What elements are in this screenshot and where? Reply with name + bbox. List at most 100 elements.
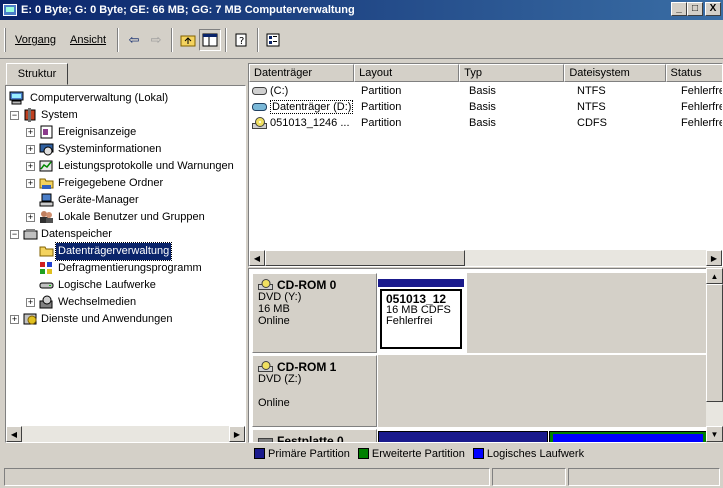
tree-item-leistungsprotokolle[interactable]: + Leistungsprotokolle und Warnungen [6, 158, 245, 175]
column-header-layout[interactable]: Layout [354, 64, 460, 82]
maximize-button[interactable]: □ [687, 2, 703, 16]
legend-swatch-primary [254, 448, 265, 459]
volume-name: (C:) [270, 85, 289, 97]
volume-list: Datenträger Layout Typ Dateisystem Statu… [248, 63, 723, 267]
column-header-status[interactable]: Status [665, 64, 722, 82]
collapse-toggle[interactable]: − [10, 111, 19, 120]
help-icon[interactable]: ? [231, 29, 253, 51]
disk-type: DVD (Y:) [258, 291, 302, 303]
scroll-thumb[interactable] [265, 250, 465, 266]
drive-icon [252, 103, 267, 111]
tree-item-computerverwaltung[interactable]: Computerverwaltung (Lokal) [6, 90, 245, 107]
computer-management-icon [3, 4, 17, 16]
volume-list-header: Datenträger Layout Typ Dateisystem Statu… [249, 64, 722, 82]
drive-icon [252, 87, 267, 95]
title-bar: E: 0 Byte; G: 0 Byte; GE: 66 MB; GG: 7 M… [0, 0, 723, 20]
tree-item-systeminformationen[interactable]: + Systeminformationen [6, 141, 245, 158]
tree-item-label: Computerverwaltung (Lokal) [30, 92, 169, 104]
disk-label-cdrom1[interactable]: CD-ROM 1 DVD (Z:) Online [252, 355, 377, 427]
tree-item-logische-laufwerke[interactable]: Logische Laufwerke [6, 277, 245, 294]
export-icon[interactable] [263, 29, 285, 51]
expand-toggle[interactable]: + [10, 315, 19, 324]
toolbar: Vorgang Ansicht ⇦ ⇨ ? [0, 21, 723, 59]
tree-item-geraete-manager[interactable]: Geräte-Manager [6, 192, 245, 209]
expand-toggle[interactable]: + [26, 213, 35, 222]
extended-partition-bar[interactable] [549, 431, 707, 442]
disk-label-cdrom0[interactable]: CD-ROM 0 DVD (Y:) 16 MB Online [252, 273, 377, 353]
legend-label-extended: Erweiterte Partition [371, 447, 465, 460]
up-folder-icon[interactable] [177, 29, 199, 51]
menu-vorgang[interactable]: Vorgang [8, 29, 63, 51]
performance-logs-icon [39, 159, 54, 173]
tree-item-wechselmedien[interactable]: + Wechselmedien [6, 294, 245, 311]
scroll-track[interactable] [22, 426, 229, 442]
tree-item-label: Logische Laufwerke [58, 279, 156, 291]
scroll-track[interactable] [465, 250, 706, 266]
tree-item-datenspeicher[interactable]: − Datenspeicher [6, 226, 245, 243]
tree-horizontal-scrollbar[interactable]: ◀ ▶ [6, 426, 245, 442]
tree-item-dienste[interactable]: + Dienste und Anwendungen [6, 311, 245, 328]
volume-block-cdrom0[interactable]: 051013_12 16 MB CDFS Fehlerfrei [378, 279, 464, 351]
forward-arrow-icon[interactable]: ⇨ [145, 29, 167, 51]
tree-item-ereignisanzeige[interactable]: + Ereignisanzeige [6, 124, 245, 141]
legend-swatch-logical [472, 448, 484, 459]
table-row[interactable]: (C:) Partition Basis NTFS Fehlerfrei [249, 84, 722, 99]
menu-ansicht[interactable]: Ansicht [63, 29, 113, 51]
show-hide-tree-icon[interactable] [199, 29, 222, 51]
minimize-button[interactable]: _ [671, 2, 687, 16]
tree-item-datentraegerverwaltung[interactable]: Datenträgerverwaltung [6, 242, 245, 261]
tree-item-defragmentierung[interactable]: Defragmentierungsprogramm [6, 260, 245, 277]
disk-label-festplatte0[interactable]: Festplatte 0 [252, 429, 377, 442]
tab-struktur[interactable]: Struktur [6, 63, 68, 85]
status-panel-2 [492, 468, 566, 486]
close-button[interactable]: X [705, 2, 721, 16]
expand-toggle[interactable]: + [26, 128, 35, 137]
disk-view-vertical-scrollbar[interactable]: ▲ ▼ [706, 268, 723, 443]
column-header-typ[interactable]: Typ [459, 64, 565, 82]
menu-ansicht-label: Ansicht [69, 34, 107, 46]
table-row[interactable]: 051013_1246 ... Partition Basis CDFS Feh… [249, 116, 722, 131]
table-row[interactable]: Datenträger (D:) Partition Basis NTFS Fe… [249, 100, 723, 115]
tree-item-label: System [41, 109, 78, 121]
disk-state: Online [258, 397, 290, 409]
volume-name-cell: Datenträger (D:) [249, 100, 357, 115]
system-info-icon [39, 142, 54, 156]
cd-drive-icon [252, 117, 267, 129]
column-header-datentraeger[interactable]: Datenträger [249, 64, 355, 82]
disk-graphical-view: CD-ROM 0 DVD (Y:) 16 MB Online 051013_12… [248, 268, 723, 443]
shared-folder-icon [39, 176, 54, 190]
device-manager-icon [39, 193, 54, 207]
toolbar-separator [257, 28, 260, 52]
scroll-down-button[interactable]: ▼ [706, 426, 723, 442]
scroll-up-button[interactable]: ▲ [706, 268, 723, 284]
disk-name: CD-ROM 1 [277, 360, 337, 374]
window-title: E: 0 Byte; G: 0 Byte; GE: 66 MB; GG: 7 M… [21, 4, 355, 16]
volume-list-horizontal-scrollbar[interactable]: ◀ ▶ [249, 250, 722, 266]
primary-partition-bar[interactable] [378, 431, 548, 442]
scroll-track[interactable] [706, 402, 723, 426]
scroll-right-button[interactable]: ▶ [229, 426, 245, 442]
column-header-dateisystem[interactable]: Dateisystem [564, 64, 666, 82]
disk-area-empty [378, 355, 707, 427]
tree-item-label: Datenträgerverwaltung [54, 242, 173, 261]
tree-item-freigegebene-ordner[interactable]: + Freigegebene Ordner [6, 175, 245, 192]
users-groups-icon [39, 210, 54, 224]
menu-vorgang-label: Vorgang [15, 34, 56, 46]
tree-item-system[interactable]: − System [6, 107, 245, 124]
scroll-left-button[interactable]: ◀ [249, 250, 265, 266]
scroll-left-button[interactable]: ◀ [6, 426, 22, 442]
tree-item-lokale-benutzer[interactable]: + Lokale Benutzer und Gruppen [6, 209, 245, 226]
back-arrow-icon[interactable]: ⇦ [123, 29, 145, 51]
disk-state: Online [258, 315, 290, 327]
volume-status: Fehlerfrei [681, 101, 723, 113]
expand-toggle[interactable]: + [26, 179, 35, 188]
tree-item-label: Datenspeicher [41, 228, 112, 240]
svg-text:?: ? [239, 36, 244, 47]
expand-toggle[interactable]: + [26, 162, 35, 171]
scroll-right-button[interactable]: ▶ [706, 250, 722, 266]
scroll-thumb[interactable] [706, 284, 723, 402]
expand-toggle[interactable]: + [26, 145, 35, 154]
expand-toggle[interactable]: + [26, 298, 35, 307]
collapse-toggle[interactable]: − [10, 230, 19, 239]
volume-name-cell: (C:) [249, 84, 357, 99]
